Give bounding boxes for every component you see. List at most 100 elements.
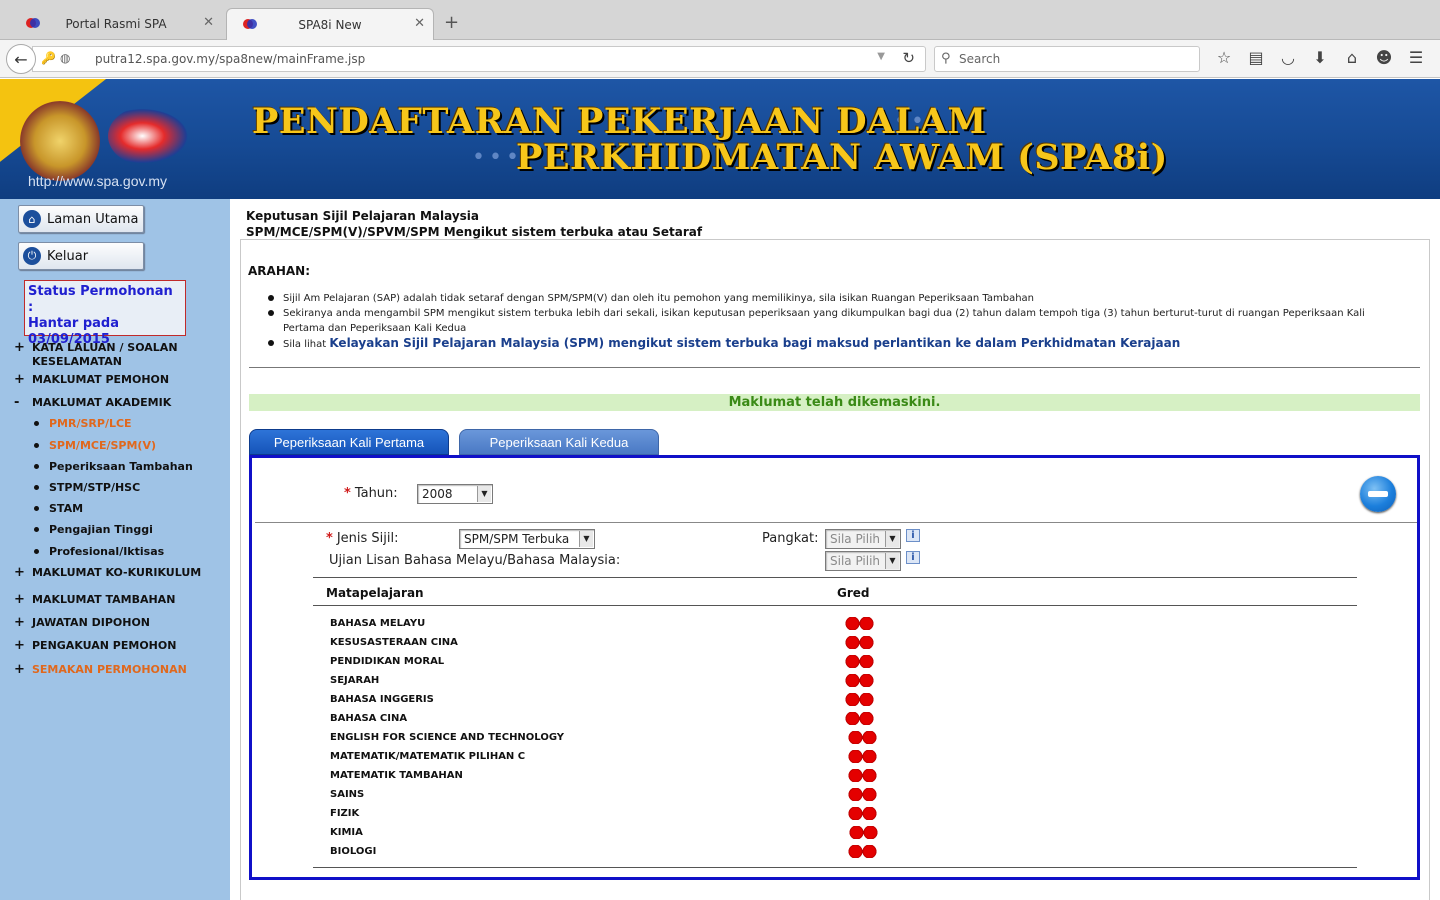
- success-message: Maklumat telah dikemaskini.: [249, 394, 1420, 411]
- sidebar-subitem-profesional[interactable]: Profesional/Iktisas: [34, 545, 164, 558]
- toolbar-icons: ☆ ▤ ◡ ⬇ ⌂ ☻ ☰: [1208, 48, 1432, 67]
- home-icon: ⌂: [23, 210, 41, 228]
- page-title-line1: Keputusan Sijil Pelajaran Malaysia: [246, 209, 480, 223]
- grade-star-icon: [848, 845, 863, 858]
- grade-stars-icon: [848, 749, 880, 763]
- sidebar-item-label: SEMAKAN PERMOHONAN: [32, 663, 187, 676]
- expand-icon: +: [14, 615, 25, 630]
- close-icon[interactable]: ✕: [203, 15, 214, 30]
- jenis-sijil-select[interactable]: SPM/SPM Terbuka ▼: [459, 529, 595, 549]
- grade-star-icon: [862, 769, 877, 782]
- grade-star-icon: [862, 845, 877, 858]
- sidebar-item-semakan-permohonan[interactable]: + SEMAKAN PERMOHONAN: [14, 663, 224, 677]
- grade-star-icon: [848, 731, 863, 744]
- sidebar-item-label: JAWATAN DIPOHON: [32, 616, 151, 629]
- bullet-icon: [34, 549, 39, 554]
- subject-name: SAINS: [330, 789, 365, 800]
- grade-star-icon: [859, 712, 874, 725]
- search-bar[interactable]: ⚲: [934, 46, 1200, 72]
- tahun-selected-value: 2008: [422, 487, 453, 501]
- browser-tab-bar: Portal Rasmi SPA ✕ SPA8i New ✕ +: [0, 0, 1440, 40]
- sidebar-subitem-pengajian-tinggi[interactable]: Pengajian Tinggi: [34, 523, 153, 536]
- sidebar-subitem-peperiksaan-tambahan[interactable]: Peperiksaan Tambahan: [34, 460, 193, 473]
- expand-icon: +: [14, 340, 25, 355]
- pangkat-label: Pangkat:: [762, 531, 819, 546]
- tab-title: Portal Rasmi SPA: [65, 17, 167, 31]
- logout-button[interactable]: ⏻ Keluar: [18, 242, 144, 270]
- chevron-down-icon: ▼: [579, 531, 593, 547]
- sidebar-item-maklumat-tambahan[interactable]: + MAKLUMAT TAMBAHAN: [14, 593, 224, 607]
- bullet-icon: [34, 527, 39, 532]
- info-icon[interactable]: i: [906, 529, 920, 542]
- sidebar-item-pengakuan-pemohon[interactable]: + PENGAKUAN PEMOHON: [14, 639, 224, 653]
- subject-name: MATEMATIK/MATEMATIK PILIHAN C: [330, 751, 526, 762]
- site-banner: http://www.spa.gov.my ••• ••• PENDAFTARA…: [0, 79, 1440, 199]
- grade-star-icon: [845, 674, 860, 687]
- grade-star-icon: [848, 750, 863, 763]
- sidebar-item-ko-kurikulum[interactable]: + MAKLUMAT KO-KURIKULUM: [14, 566, 224, 580]
- reading-list-icon[interactable]: ▤: [1240, 48, 1272, 67]
- browser-tab-portal[interactable]: Portal Rasmi SPA ✕: [10, 8, 222, 40]
- sidebar-item-label: KATA LALUAN / SOALAN: [32, 341, 178, 354]
- search-input[interactable]: [959, 50, 1189, 68]
- grade-stars-icon: [845, 654, 877, 668]
- tab-peperiksaan-kali-kedua[interactable]: Peperiksaan Kali Kedua: [459, 429, 659, 455]
- sidebar-subitem-stpm[interactable]: STPM/STP/HSC: [34, 481, 140, 494]
- chat-icon[interactable]: ☻: [1368, 48, 1400, 67]
- collapse-icon: -: [14, 395, 20, 410]
- bullet-icon: [34, 464, 39, 469]
- url-bar[interactable]: 🔑◍ putra12.spa.gov.my/spa8new/mainFrame.…: [32, 46, 926, 72]
- back-button[interactable]: ←: [6, 44, 36, 74]
- sidebar-item-jawatan-dipohon[interactable]: + JAWATAN DIPOHON: [14, 616, 224, 630]
- pangkat-select[interactable]: Sila Pilih ▼: [825, 529, 901, 549]
- sidebar-item-maklumat-akademik[interactable]: - MAKLUMAT AKADEMIK: [14, 396, 224, 410]
- jenis-sijil-selected-value: SPM/SPM Terbuka: [464, 532, 570, 546]
- chevron-down-icon[interactable]: ▼: [877, 51, 885, 62]
- chevron-down-icon: ▼: [477, 486, 491, 502]
- subject-name: BAHASA CINA: [330, 713, 408, 724]
- tab-peperiksaan-kali-pertama[interactable]: Peperiksaan Kali Pertama: [249, 429, 449, 455]
- reload-icon[interactable]: ↻: [902, 49, 915, 67]
- new-tab-plus-icon[interactable]: +: [444, 12, 459, 33]
- spm-eligibility-link[interactable]: Kelayakan Sijil Pelajaran Malaysia (SPM)…: [329, 336, 1180, 350]
- grade-stars-icon: [848, 730, 880, 744]
- banner-url: http://www.spa.gov.my: [28, 173, 168, 189]
- ujian-lisan-select[interactable]: Sila Pilih ▼: [825, 551, 901, 571]
- info-icon[interactable]: i: [906, 551, 920, 564]
- grade-star-icon: [859, 655, 874, 668]
- grade-star-icon: [862, 788, 877, 801]
- grade-star-icon: [863, 826, 878, 839]
- sidebar-subitem-label: STAM: [49, 502, 84, 515]
- sidebar: ⌂ Laman Utama ⏻ Keluar Status Permohonan…: [0, 199, 230, 900]
- expand-icon: +: [14, 565, 25, 580]
- browser-tab-spa8i[interactable]: SPA8i New ✕: [226, 8, 434, 40]
- sidebar-item-label: MAKLUMAT AKADEMIK: [32, 396, 172, 409]
- power-icon: ⏻: [23, 247, 41, 265]
- sidebar-subitem-stam[interactable]: STAM: [34, 502, 83, 515]
- url-text: putra12.spa.gov.my/spa8new/mainFrame.jsp: [95, 52, 366, 66]
- ujian-lisan-selected-value: Sila Pilih: [830, 554, 881, 568]
- site-identity-icon[interactable]: 🔑◍: [41, 51, 74, 65]
- tahun-select[interactable]: 2008 ▼: [417, 484, 493, 504]
- grade-star-icon: [848, 769, 863, 782]
- sidebar-item-kata-laluan[interactable]: + KATA LALUAN / SOALAN KESELAMATAN: [14, 341, 224, 369]
- sidebar-item-maklumat-pemohon[interactable]: + MAKLUMAT PEMOHON: [14, 373, 224, 387]
- bookmark-star-icon[interactable]: ☆: [1208, 48, 1240, 67]
- sidebar-subitem-spm[interactable]: SPM/MCE/SPM(V): [34, 439, 156, 452]
- expand-icon: +: [14, 372, 25, 387]
- menu-icon[interactable]: ☰: [1400, 48, 1432, 67]
- grade-star-icon: [845, 655, 860, 668]
- instruction-item: Sila lihat Kelayakan Sijil Pelajaran Mal…: [268, 336, 1398, 352]
- home-button[interactable]: ⌂ Laman Utama: [18, 205, 144, 233]
- grade-star-icon: [862, 750, 877, 763]
- table-bottom-divider: [313, 867, 1357, 868]
- home-icon[interactable]: ⌂: [1336, 48, 1368, 67]
- grade-star-icon: [859, 674, 874, 687]
- pocket-icon[interactable]: ◡: [1272, 48, 1304, 67]
- collapse-minus-button[interactable]: [1360, 476, 1396, 512]
- chevron-down-icon: ▼: [885, 553, 899, 569]
- close-icon[interactable]: ✕: [414, 16, 425, 31]
- grade-star-icon: [859, 617, 874, 630]
- sidebar-subitem-pmr[interactable]: PMR/SRP/LCE: [34, 417, 132, 430]
- download-icon[interactable]: ⬇: [1304, 48, 1336, 67]
